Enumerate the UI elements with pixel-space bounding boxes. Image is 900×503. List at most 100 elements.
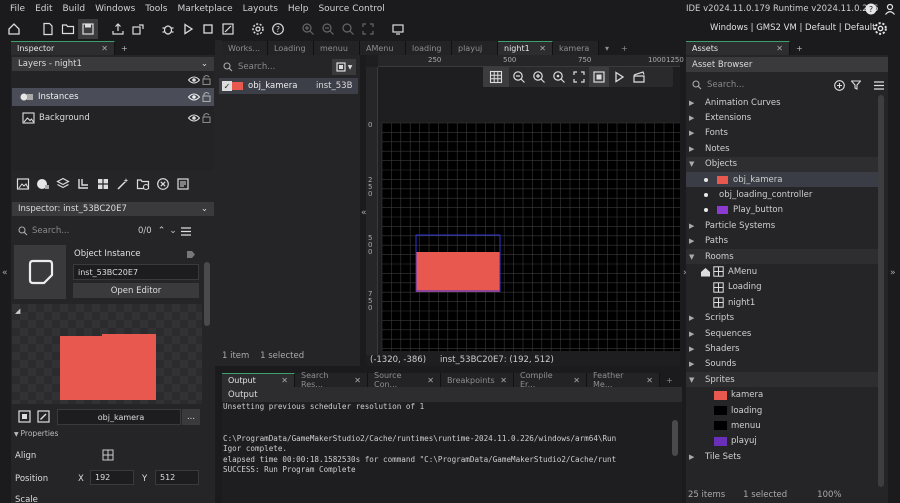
tab-night1[interactable]: night1 ✕ [498,41,553,55]
add-tile-layer-icon[interactable] [93,174,113,194]
menu-item[interactable]: File [10,4,25,14]
output-tab[interactable]: Search Res... ✕ [295,371,368,389]
delete-layer-icon[interactable] [153,174,173,194]
close-icon[interactable]: ✕ [500,376,507,385]
chevron-down-icon[interactable]: ▼ [689,253,697,261]
package-icon[interactable] [128,19,148,39]
target-gear-icon[interactable] [873,21,888,36]
add-path-layer-icon[interactable] [73,174,93,194]
output-tab[interactable]: Source Con... ✕ [368,371,441,389]
chevron-right-icon[interactable]: ▶ [689,453,697,461]
chevron-right-icon[interactable]: ▶ [689,99,697,107]
asset-folder[interactable]: ▶ Fonts [686,126,878,141]
tab-kamera[interactable]: kamera [553,41,599,55]
asset-item[interactable]: Play_button [686,203,878,218]
tab-assets[interactable]: Assets ✕ [686,41,790,55]
eye-icon[interactable] [188,92,200,102]
zoom-reset-disabled-icon[interactable] [338,19,358,39]
asset-search-input[interactable]: Search... [707,80,834,90]
menu-item[interactable]: Layouts [243,4,278,14]
close-icon[interactable]: ✕ [101,44,108,53]
tab-menuu[interactable]: menuu [314,41,360,55]
asset-item[interactable]: playuj [686,434,878,449]
output-tab[interactable]: Output ✕ [222,373,295,387]
tab-amenu[interactable]: AMenu [360,41,406,55]
chevron-right-icon[interactable]: ▶ [689,129,697,137]
menu-item[interactable]: Source Control [318,4,384,14]
add-tab-icon[interactable]: + [660,373,679,387]
debug-icon[interactable] [158,19,178,39]
asset-folder[interactable]: ▼ Objects [686,156,878,172]
settings-gear-icon[interactable] [248,19,268,39]
tab-playuj[interactable]: playuj [452,41,498,55]
lock-icon[interactable] [202,112,211,123]
monitor-icon[interactable] [388,19,408,39]
zoom-reset-icon[interactable] [549,67,569,87]
add-effect-layer-icon[interactable] [113,174,133,194]
object-more-button[interactable]: ... [182,409,200,425]
help-circle-icon[interactable]: ? [268,19,288,39]
asset-item[interactable]: AMenu [686,264,878,279]
expand-triangle-icon[interactable]: ◢ [15,307,20,315]
menu-item[interactable]: Marketplace [177,4,232,14]
chevron-right-icon[interactable]: ▶ [689,314,697,322]
target-config[interactable]: Windows | GMS2 VM | Default | Default [710,23,875,33]
add-folder-layer-icon[interactable] [133,174,153,194]
chevron-down-icon[interactable]: ▾ [599,41,616,55]
menu-item[interactable]: Edit [35,4,52,14]
asset-folder[interactable]: ▶ Scripts [686,310,878,325]
tab-loading[interactable]: loading [406,41,452,55]
instance-filter-dropdown[interactable]: ▼ [332,59,356,75]
run-icon[interactable] [178,19,198,39]
zoom-in-icon[interactable] [529,67,549,87]
chevron-right-icon[interactable]: ▶ [689,114,697,122]
close-icon[interactable]: ✕ [646,376,653,385]
menu-item[interactable]: Tools [145,4,167,14]
export-icon[interactable] [108,19,128,39]
open-editor-button[interactable]: Open Editor [73,283,199,298]
asset-folder[interactable]: ▶ Paths [686,234,878,249]
close-icon[interactable]: ✕ [354,376,361,385]
collapse-left-icon[interactable]: « [2,268,8,278]
instance-inspector-header[interactable]: Inspector: inst_53BC20E7 ⌄ [12,202,214,216]
help-icon[interactable]: ? [865,3,877,15]
object-thumbnail[interactable] [14,245,66,299]
chevron-right-icon[interactable]: ▶ [689,345,697,353]
add-background-layer-icon[interactable] [13,174,33,194]
tab-inspector[interactable]: Inspector ✕ [11,41,115,55]
zoom-out-icon[interactable] [509,67,529,87]
eye-icon[interactable] [188,113,200,123]
lock-icon[interactable] [202,74,211,85]
home-icon[interactable] [4,19,24,39]
layers-header[interactable]: Layers - night1 ⌄ [12,57,214,71]
menu-item[interactable]: Help [288,4,309,14]
view-frame-icon[interactable] [589,67,609,87]
menu-icon[interactable] [874,80,884,90]
asset-folder[interactable]: ▶ Shaders [686,341,878,356]
clapper-icon[interactable] [629,67,649,87]
menu-icon[interactable] [180,226,191,236]
asset-folder[interactable]: ▼ Sprites [686,372,878,388]
align-grid-icon[interactable] [102,449,114,461]
asset-folder[interactable]: ▶ Notes [686,141,878,156]
chevron-right-icon[interactable]: ▶ [689,330,697,338]
room-canvas[interactable] [378,67,680,355]
instances-search-input[interactable]: Search... [238,62,275,72]
clean-icon[interactable] [218,19,238,39]
chevron-down-icon[interactable]: ▼ [689,376,697,384]
room-area[interactable] [382,123,680,351]
pencil-icon[interactable] [37,410,50,423]
close-icon[interactable]: ✕ [573,376,580,385]
instance-search-input[interactable]: Search... [32,226,138,236]
chevron-up-icon[interactable]: ⌃ [158,226,166,236]
add-asset-icon[interactable] [834,79,845,91]
sprite-edit-icon[interactable] [18,410,31,423]
stop-icon[interactable] [198,19,218,39]
asset-folder[interactable]: ▶ Animation Curves [686,95,878,110]
asset-item[interactable]: menuu [686,418,878,433]
add-tab-icon[interactable]: + [115,41,134,55]
chevron-down-icon[interactable]: ⌄ [169,226,177,236]
chevron-right-icon[interactable]: ▶ [689,222,697,230]
asset-folder[interactable]: ▼ Rooms [686,248,878,265]
add-asset-layer-icon[interactable] [53,174,73,194]
